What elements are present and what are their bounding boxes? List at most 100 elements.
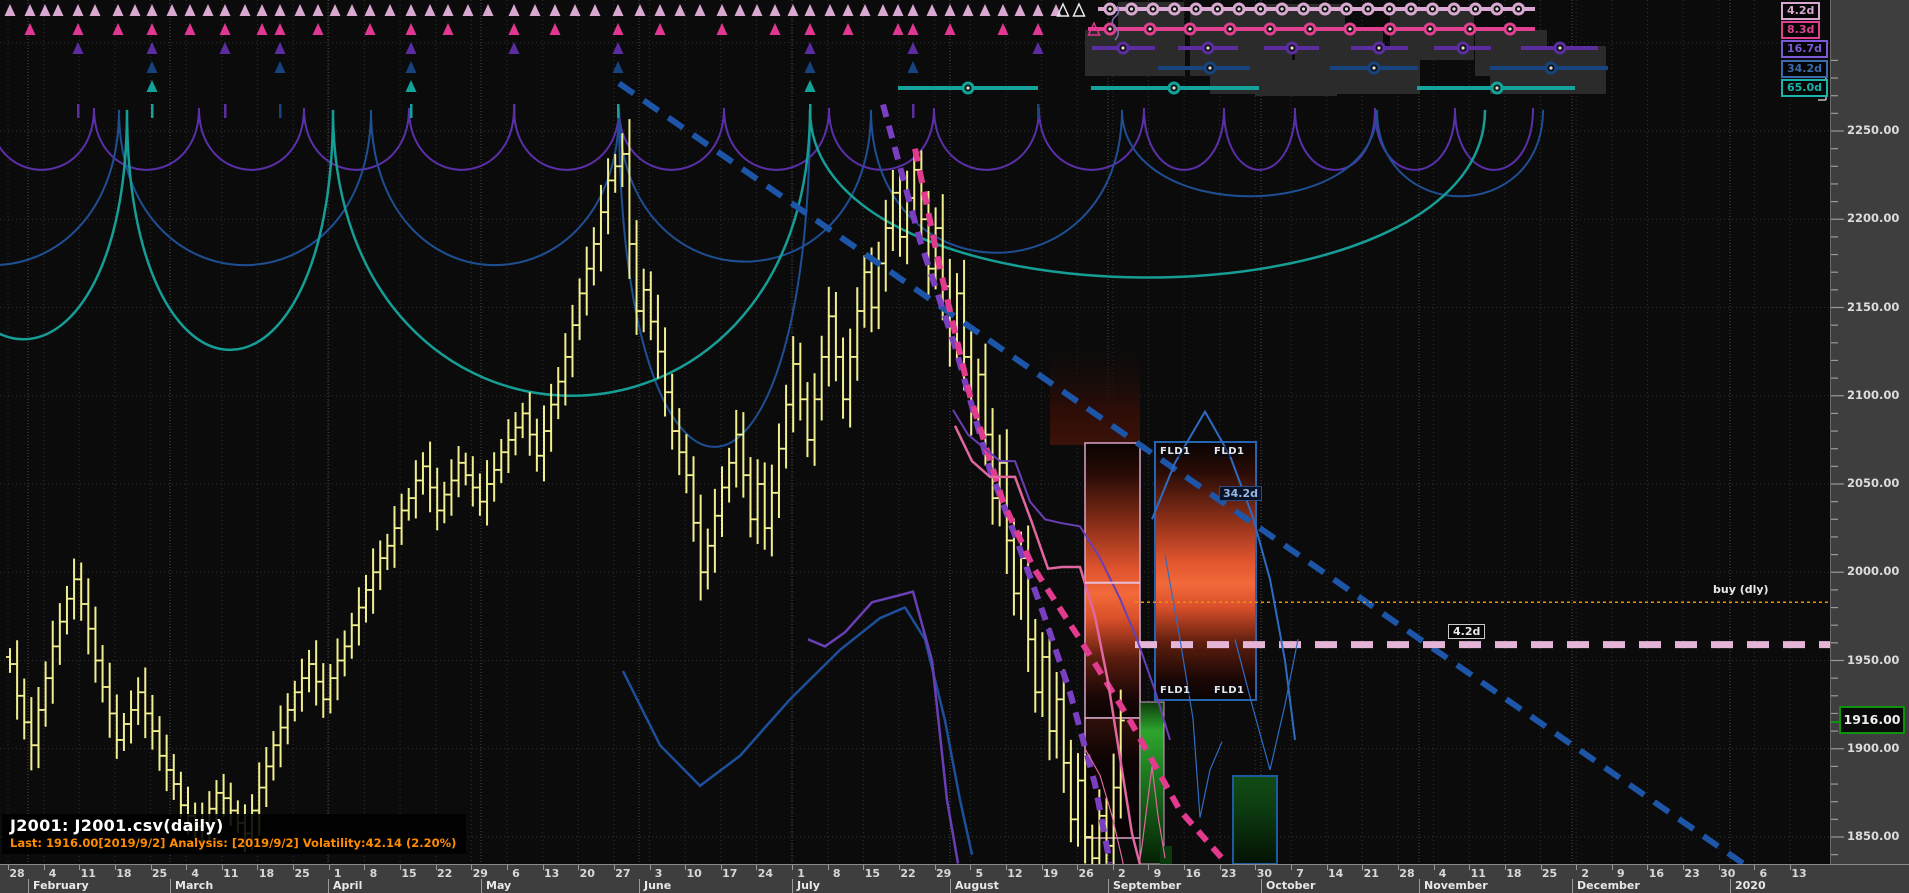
- day-label: 20: [579, 867, 595, 880]
- price-label-1850: 1850.00: [1847, 829, 1900, 843]
- purple-fld-low: [807, 590, 960, 864]
- week-tick: [1291, 865, 1293, 870]
- week-tick: [827, 865, 829, 870]
- month-separator: [1730, 879, 1731, 893]
- month-label-july: July: [797, 879, 820, 892]
- month-separator: [481, 879, 482, 893]
- month-label-august: August: [955, 879, 999, 892]
- day-label: 23: [1221, 867, 1237, 880]
- day-label: 16: [1185, 867, 1201, 880]
- month-label-november: November: [1424, 879, 1488, 892]
- week-tick: [970, 865, 972, 870]
- fld1-label-top-right[interactable]: FLD1: [1212, 446, 1247, 457]
- day-label: 8: [369, 867, 378, 880]
- price-label-2200: 2200.00: [1847, 211, 1900, 226]
- price-label-2250: 2250.00: [1847, 123, 1900, 137]
- price-label-2150: 2150.00: [1847, 299, 1900, 314]
- week-tick: [186, 865, 188, 870]
- day-label: 15: [864, 867, 881, 880]
- price-label-2050: 2050.00: [1847, 476, 1900, 490]
- month-label-october: October: [1266, 879, 1316, 892]
- price-label-1900: 1900.00: [1847, 740, 1900, 755]
- month-label-may: May: [486, 879, 512, 892]
- month-label-april: April: [333, 879, 363, 892]
- legend-item-16-7d[interactable]: 16.7d: [1781, 40, 1829, 58]
- price-label-2000: 2000.00: [1847, 564, 1900, 579]
- last-price-badge[interactable]: 1916.00: [1839, 706, 1905, 734]
- legend-item-4-2d[interactable]: 4.2d: [1781, 2, 1821, 20]
- month-label-september: September: [1113, 879, 1182, 892]
- month-separator: [1261, 879, 1262, 893]
- month-label-december: December: [1577, 879, 1640, 892]
- day-label: 22: [900, 867, 916, 880]
- price-chart-svg[interactable]: [0, 0, 1830, 864]
- day-label: 30: [1720, 867, 1736, 880]
- day-label: 25: [151, 867, 168, 880]
- day-label: 13: [543, 867, 560, 880]
- day-label: 15: [401, 867, 417, 880]
- day-label: 11: [223, 867, 239, 880]
- week-tick: [506, 865, 508, 870]
- month-separator: [792, 879, 793, 893]
- buy-signal-label: buy (dly): [1713, 583, 1769, 596]
- cycle-envelope-arcs: [0, 108, 1544, 448]
- week-tick: [1112, 865, 1114, 870]
- day-label: 6: [512, 867, 520, 880]
- month-separator: [328, 879, 329, 893]
- fld1-label-top-left[interactable]: FLD1: [1158, 446, 1193, 457]
- month-separator: [1572, 879, 1573, 893]
- day-label: 12: [1007, 867, 1023, 880]
- day-label: 21: [1363, 867, 1379, 880]
- month-separator: [950, 879, 951, 893]
- ohlc-price-bars: [6, 119, 1125, 864]
- price-label-2100: 2100.00: [1847, 387, 1900, 402]
- day-label: 26: [1078, 867, 1094, 880]
- day-label: 10: [686, 867, 702, 880]
- fld1-label-bottom-left[interactable]: FLD1: [1158, 685, 1193, 696]
- time-axis-panel[interactable]: 28 4 11 18 25 4 11 18 25 1 8 15 22 29 6 13 20 27 3 10 17 24 1 8…: [0, 864, 1909, 893]
- price-label-1950: 1950.00: [1847, 652, 1900, 667]
- fld1-label-bottom-right[interactable]: FLD1: [1212, 685, 1247, 696]
- week-tick: [1433, 865, 1435, 870]
- day-label: 28: [9, 867, 25, 880]
- cycle-phasing-panel[interactable]: [898, 2, 1608, 96]
- day-label: 24: [757, 867, 774, 880]
- month-label-march: March: [175, 879, 214, 892]
- day-label: 18: [258, 867, 275, 880]
- month-separator: [28, 879, 29, 893]
- vtl-34d-label[interactable]: 34.2d: [1219, 486, 1263, 501]
- legend-item-8-3d[interactable]: 8.3d: [1781, 21, 1821, 39]
- day-label: 8: [832, 867, 841, 880]
- week-tick: [1754, 865, 1756, 870]
- price-axis-panel[interactable]: 1916.00 2250.00 2200.00 2150.00 2100.00 2050…: [1830, 0, 1909, 864]
- day-label: 13: [1791, 867, 1807, 880]
- day-label: 18: [116, 867, 132, 880]
- last-price-tick: [1831, 721, 1839, 723]
- day-label: 23: [1684, 867, 1700, 880]
- trading-app-window: FLD1 FLD1 FLD1 FLD1 34.2d 4.2d buy (dly)…: [0, 0, 1909, 893]
- purple-dash: [880, 103, 1113, 864]
- day-label: 25: [1541, 867, 1558, 880]
- week-tick: [1148, 865, 1150, 870]
- day-label: 16: [1648, 867, 1665, 880]
- chart-canvas[interactable]: FLD1 FLD1 FLD1 FLD1 34.2d 4.2d buy (dly)…: [0, 0, 1830, 864]
- week-tick: [792, 865, 794, 870]
- month-label-june: June: [644, 879, 672, 892]
- status-line: Last: 1916.00[2019/9/2] Analysis: [2019/…: [10, 836, 457, 850]
- day-label: 29: [935, 867, 952, 880]
- day-label: 28: [1399, 867, 1415, 880]
- month-separator: [639, 879, 640, 893]
- legend-item-65-0d[interactable]: 65.0d: [1781, 79, 1829, 97]
- day-label: 27: [615, 867, 631, 880]
- day-label: 22: [437, 867, 453, 880]
- month-label-february: February: [33, 879, 89, 892]
- day-label: 25: [294, 867, 310, 880]
- day-label: 19: [1042, 867, 1059, 880]
- cycle-4-2d-line-label[interactable]: 4.2d: [1448, 624, 1486, 639]
- week-tick: [43, 865, 45, 870]
- cycle-trough-triangles: [4, 2, 1101, 118]
- month-separator: [170, 879, 171, 893]
- legend-item-34-2d[interactable]: 34.2d: [1781, 60, 1829, 78]
- week-tick: [1576, 865, 1578, 870]
- month-separator: [1108, 879, 1109, 893]
